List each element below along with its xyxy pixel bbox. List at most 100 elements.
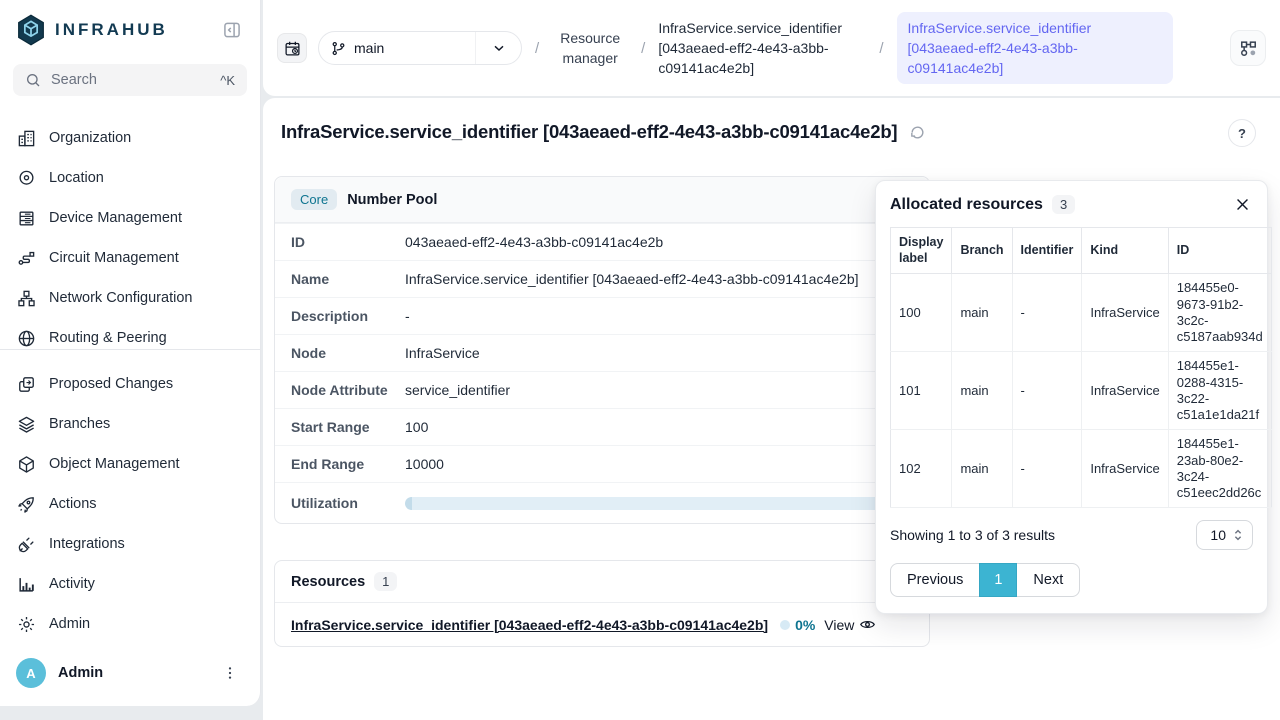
sidebar-item-admin[interactable]: Admin bbox=[0, 604, 260, 644]
breadcrumb-separator: / bbox=[877, 40, 885, 57]
detail-label: Description bbox=[291, 308, 405, 324]
graph-view-button[interactable] bbox=[1230, 30, 1266, 66]
column-header-kind[interactable]: Kind bbox=[1082, 228, 1168, 274]
cell-branch: main bbox=[952, 274, 1012, 352]
utilization-dot-icon bbox=[780, 620, 790, 630]
cube-icon bbox=[16, 455, 36, 474]
breadcrumb-resource-manager[interactable]: Resource manager bbox=[552, 28, 628, 69]
search-icon bbox=[25, 72, 41, 88]
results-summary: Showing 1 to 3 of 3 results bbox=[890, 527, 1055, 543]
page-size-value: 10 bbox=[1210, 527, 1226, 543]
page-1-button[interactable]: 1 bbox=[979, 563, 1017, 597]
column-header-display-label[interactable]: Display label bbox=[891, 228, 952, 274]
sidebar-item-circuit-management[interactable]: Circuit Management bbox=[0, 238, 260, 278]
detail-label: Start Range bbox=[291, 419, 405, 435]
column-header-branch[interactable]: Branch bbox=[952, 228, 1012, 274]
sidebar-item-branches[interactable]: Branches bbox=[0, 404, 260, 444]
sidebar-item-label: Proposed Changes bbox=[49, 376, 173, 392]
table-row[interactable]: 101 main - InfraService 184455e1-0288-43… bbox=[891, 352, 1272, 430]
search-box[interactable]: ^K bbox=[13, 64, 247, 96]
resource-view-button[interactable]: View bbox=[824, 616, 876, 633]
next-page-button[interactable]: Next bbox=[1016, 563, 1080, 597]
server-icon bbox=[16, 209, 36, 228]
branch-name: main bbox=[354, 40, 384, 56]
sidebar-item-label: Location bbox=[49, 170, 104, 186]
sidebar-item-network-configuration[interactable]: Network Configuration bbox=[0, 278, 260, 318]
user-menu-kebab-icon[interactable] bbox=[216, 661, 244, 685]
cell-kind: InfraService bbox=[1082, 274, 1168, 352]
object-type: Number Pool bbox=[347, 192, 437, 208]
resources-title: Resources bbox=[291, 574, 365, 590]
cell-identifier: - bbox=[1012, 352, 1082, 430]
sidebar-collapse-button[interactable] bbox=[218, 16, 246, 44]
refresh-icon[interactable] bbox=[909, 124, 926, 141]
breadcrumb-separator: / bbox=[533, 40, 541, 57]
sidebar-item-object-management[interactable]: Object Management bbox=[0, 444, 260, 484]
layers-icon bbox=[16, 415, 36, 434]
sidebar-item-integrations[interactable]: Integrations bbox=[0, 524, 260, 564]
user-name: Admin bbox=[58, 665, 103, 681]
cell-branch: main bbox=[952, 430, 1012, 508]
bar-chart-icon bbox=[16, 575, 36, 594]
breadcrumb-current[interactable]: InfraService.service_identifier [043aeae… bbox=[897, 12, 1173, 85]
resources-card: Resources 1 InfraService.service_identif… bbox=[274, 560, 930, 647]
detail-row-start-range: Start Range 100 bbox=[275, 408, 929, 445]
plug-icon bbox=[16, 535, 36, 554]
table-row[interactable]: 100 main - InfraService 184455e0-9673-91… bbox=[891, 274, 1272, 352]
detail-row-name: Name InfraService.service_identifier [04… bbox=[275, 260, 929, 297]
close-icon[interactable] bbox=[1232, 194, 1253, 215]
cell-display-label: 100 bbox=[891, 274, 952, 352]
utilization-bar-fill bbox=[405, 497, 412, 510]
resources-card-header: Resources 1 bbox=[275, 561, 929, 603]
sidebar-item-activity[interactable]: Activity bbox=[0, 564, 260, 604]
detail-row-description: Description - bbox=[275, 297, 929, 334]
detail-value: 100 bbox=[405, 419, 428, 435]
building-icon bbox=[16, 129, 36, 148]
nav-group-primary: Organization Location De bbox=[0, 118, 260, 350]
cell-kind: InfraService bbox=[1082, 352, 1168, 430]
column-header-identifier[interactable]: Identifier bbox=[1012, 228, 1082, 274]
eye-icon bbox=[859, 616, 876, 633]
utilization-bar bbox=[405, 497, 913, 510]
nav-group-secondary: Proposed Changes Branches Object Managem… bbox=[0, 350, 260, 644]
number-pool-card-header: Core Number Pool bbox=[275, 177, 929, 223]
search-input[interactable] bbox=[51, 72, 181, 88]
detail-value: 043aeaed-eff2-4e43-a3bb-c09141ac4e2b bbox=[405, 234, 663, 250]
table-row[interactable]: 102 main - InfraService 184455e1-23ab-80… bbox=[891, 430, 1272, 508]
brand-row: INFRAHUB bbox=[0, 0, 260, 52]
breadcrumb-pool[interactable]: InfraService.service_identifier [043aeae… bbox=[658, 18, 866, 79]
infrahub-logo-icon bbox=[16, 14, 46, 46]
sidebar-item-proposed-changes[interactable]: Proposed Changes bbox=[0, 364, 260, 404]
sidebar-item-label: Actions bbox=[49, 496, 97, 512]
number-pool-card: Core Number Pool ID 043aeaed-eff2-4e43-a… bbox=[274, 176, 930, 524]
sidebar-item-location[interactable]: Location bbox=[0, 158, 260, 198]
detail-value: service_identifier bbox=[405, 382, 510, 398]
column-header-id[interactable]: ID bbox=[1168, 228, 1271, 274]
cell-id: 184455e0-9673-91b2-3c2c-c5187aab934d bbox=[1168, 274, 1271, 352]
cell-id: 184455e1-0288-4315-3c22-c51a1e1da21f bbox=[1168, 352, 1271, 430]
brand-name: INFRAHUB bbox=[55, 20, 168, 40]
previous-page-button[interactable]: Previous bbox=[890, 563, 980, 597]
sidebar-item-routing-peering[interactable]: Routing & Peering bbox=[0, 318, 260, 350]
page-title: InfraService.service_identifier [043aeae… bbox=[281, 121, 897, 143]
globe-icon bbox=[16, 329, 36, 348]
cell-branch: main bbox=[952, 352, 1012, 430]
rocket-icon bbox=[16, 495, 36, 514]
chevron-down-icon bbox=[475, 32, 521, 64]
detail-row-end-range: End Range 10000 bbox=[275, 445, 929, 482]
breadcrumb-separator: / bbox=[639, 40, 647, 57]
help-button[interactable]: ? bbox=[1228, 119, 1256, 147]
branch-selector[interactable]: main bbox=[318, 31, 522, 65]
pagination: Previous 1 Next bbox=[890, 563, 1253, 597]
sidebar-item-actions[interactable]: Actions bbox=[0, 484, 260, 524]
cell-kind: InfraService bbox=[1082, 430, 1168, 508]
hierarchy-icon bbox=[16, 289, 36, 308]
page-size-select[interactable]: 10 bbox=[1196, 520, 1253, 550]
resource-link[interactable]: InfraService.service_identifier [043aeae… bbox=[291, 617, 768, 633]
sidebar: INFRAHUB ^K Organization bbox=[0, 0, 261, 706]
sidebar-item-device-management[interactable]: Device Management bbox=[0, 198, 260, 238]
sidebar-item-organization[interactable]: Organization bbox=[0, 118, 260, 158]
title-row: InfraService.service_identifier [043aeae… bbox=[263, 98, 1280, 143]
cell-identifier: - bbox=[1012, 430, 1082, 508]
calendar-clock-button[interactable] bbox=[277, 33, 307, 63]
